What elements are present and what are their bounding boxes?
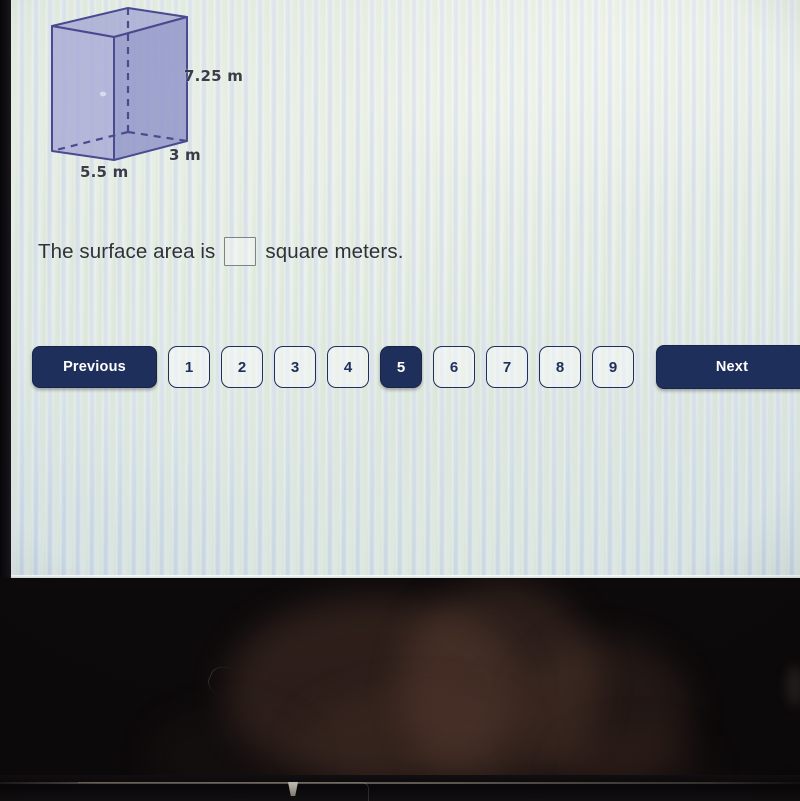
question-suffix-text: square meters. [265, 239, 404, 263]
laptop-deck-edge [78, 782, 369, 801]
width-dimension-label: 5.5 m [80, 163, 129, 181]
page-button-9[interactable]: 9 [592, 346, 634, 388]
prism-right-face [113, 16, 188, 161]
page-button-7[interactable]: 7 [486, 346, 528, 388]
answer-input[interactable] [224, 237, 257, 266]
page-button-3[interactable]: 3 [274, 346, 316, 388]
hand-reflection [520, 638, 690, 788]
page-button-6[interactable]: 6 [433, 346, 475, 388]
screen-scratch [203, 661, 260, 709]
hand-reflection [400, 582, 600, 792]
screen-speck [99, 91, 107, 97]
question-statement: The surface area is square meters. [38, 237, 404, 266]
page-button-4[interactable]: 4 [327, 346, 369, 388]
bezel-corner-highlight [786, 666, 800, 706]
page-button-5[interactable]: 5 [380, 346, 422, 388]
question-prefix-text: The surface area is [38, 239, 216, 263]
height-dimension-label: 7.25 m [184, 67, 244, 85]
laptop-screen: 7.25 m 3 m 5.5 m The surface area is squ… [10, 0, 800, 578]
depth-dimension-label: 3 m [169, 146, 201, 164]
question-content: 7.25 m 3 m 5.5 m The surface area is squ… [10, 0, 800, 578]
previous-button[interactable]: Previous [32, 346, 157, 388]
page-button-8[interactable]: 8 [539, 346, 581, 388]
next-button[interactable]: Next [656, 345, 800, 389]
prism-svg [51, 7, 188, 161]
screen-bezel-bottom [0, 578, 800, 801]
pagination-bar: Previous 1 2 3 4 5 6 7 8 9 Next [32, 345, 800, 389]
laptop-photo: 7.25 m 3 m 5.5 m The surface area is squ… [0, 0, 800, 801]
page-button-2[interactable]: 2 [221, 346, 263, 388]
screen-bezel-left [0, 0, 11, 583]
page-button-1[interactable]: 1 [168, 346, 210, 388]
rectangular-prism-figure: 7.25 m 3 m 5.5 m [32, 4, 272, 190]
hand-reflection [225, 596, 525, 786]
